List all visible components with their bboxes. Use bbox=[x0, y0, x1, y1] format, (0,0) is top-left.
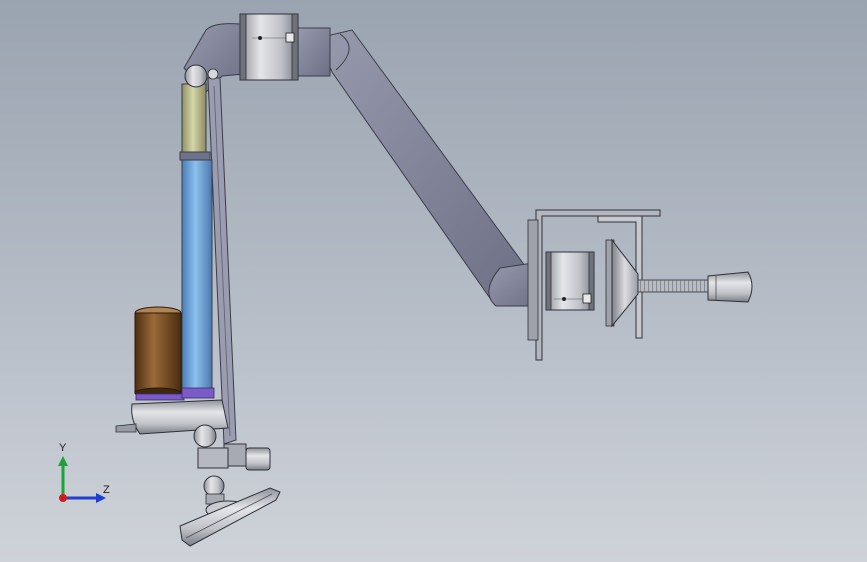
gas-spring-upper[interactable] bbox=[181, 83, 207, 155]
y-axis-label: Y bbox=[59, 442, 67, 454]
clamp-screw[interactable] bbox=[637, 271, 753, 303]
shoulder-joint-module[interactable] bbox=[239, 13, 299, 81]
axis-triad: Y Z bbox=[50, 440, 120, 510]
tool-mount[interactable] bbox=[179, 475, 281, 547]
cad-viewport[interactable]: Y Z bbox=[0, 0, 867, 562]
z-axis-label: Z bbox=[103, 484, 110, 496]
lower-knob[interactable] bbox=[197, 443, 271, 471]
brown-motor[interactable] bbox=[134, 306, 182, 399]
wrist-joint-module[interactable] bbox=[545, 251, 595, 311]
clamp-cone[interactable] bbox=[605, 238, 639, 328]
blue-cylinder[interactable] bbox=[179, 151, 213, 393]
upper-arm-link[interactable] bbox=[317, 29, 543, 307]
bottom-pivot[interactable] bbox=[193, 424, 217, 448]
robot-arm-model[interactable] bbox=[0, 0, 867, 562]
